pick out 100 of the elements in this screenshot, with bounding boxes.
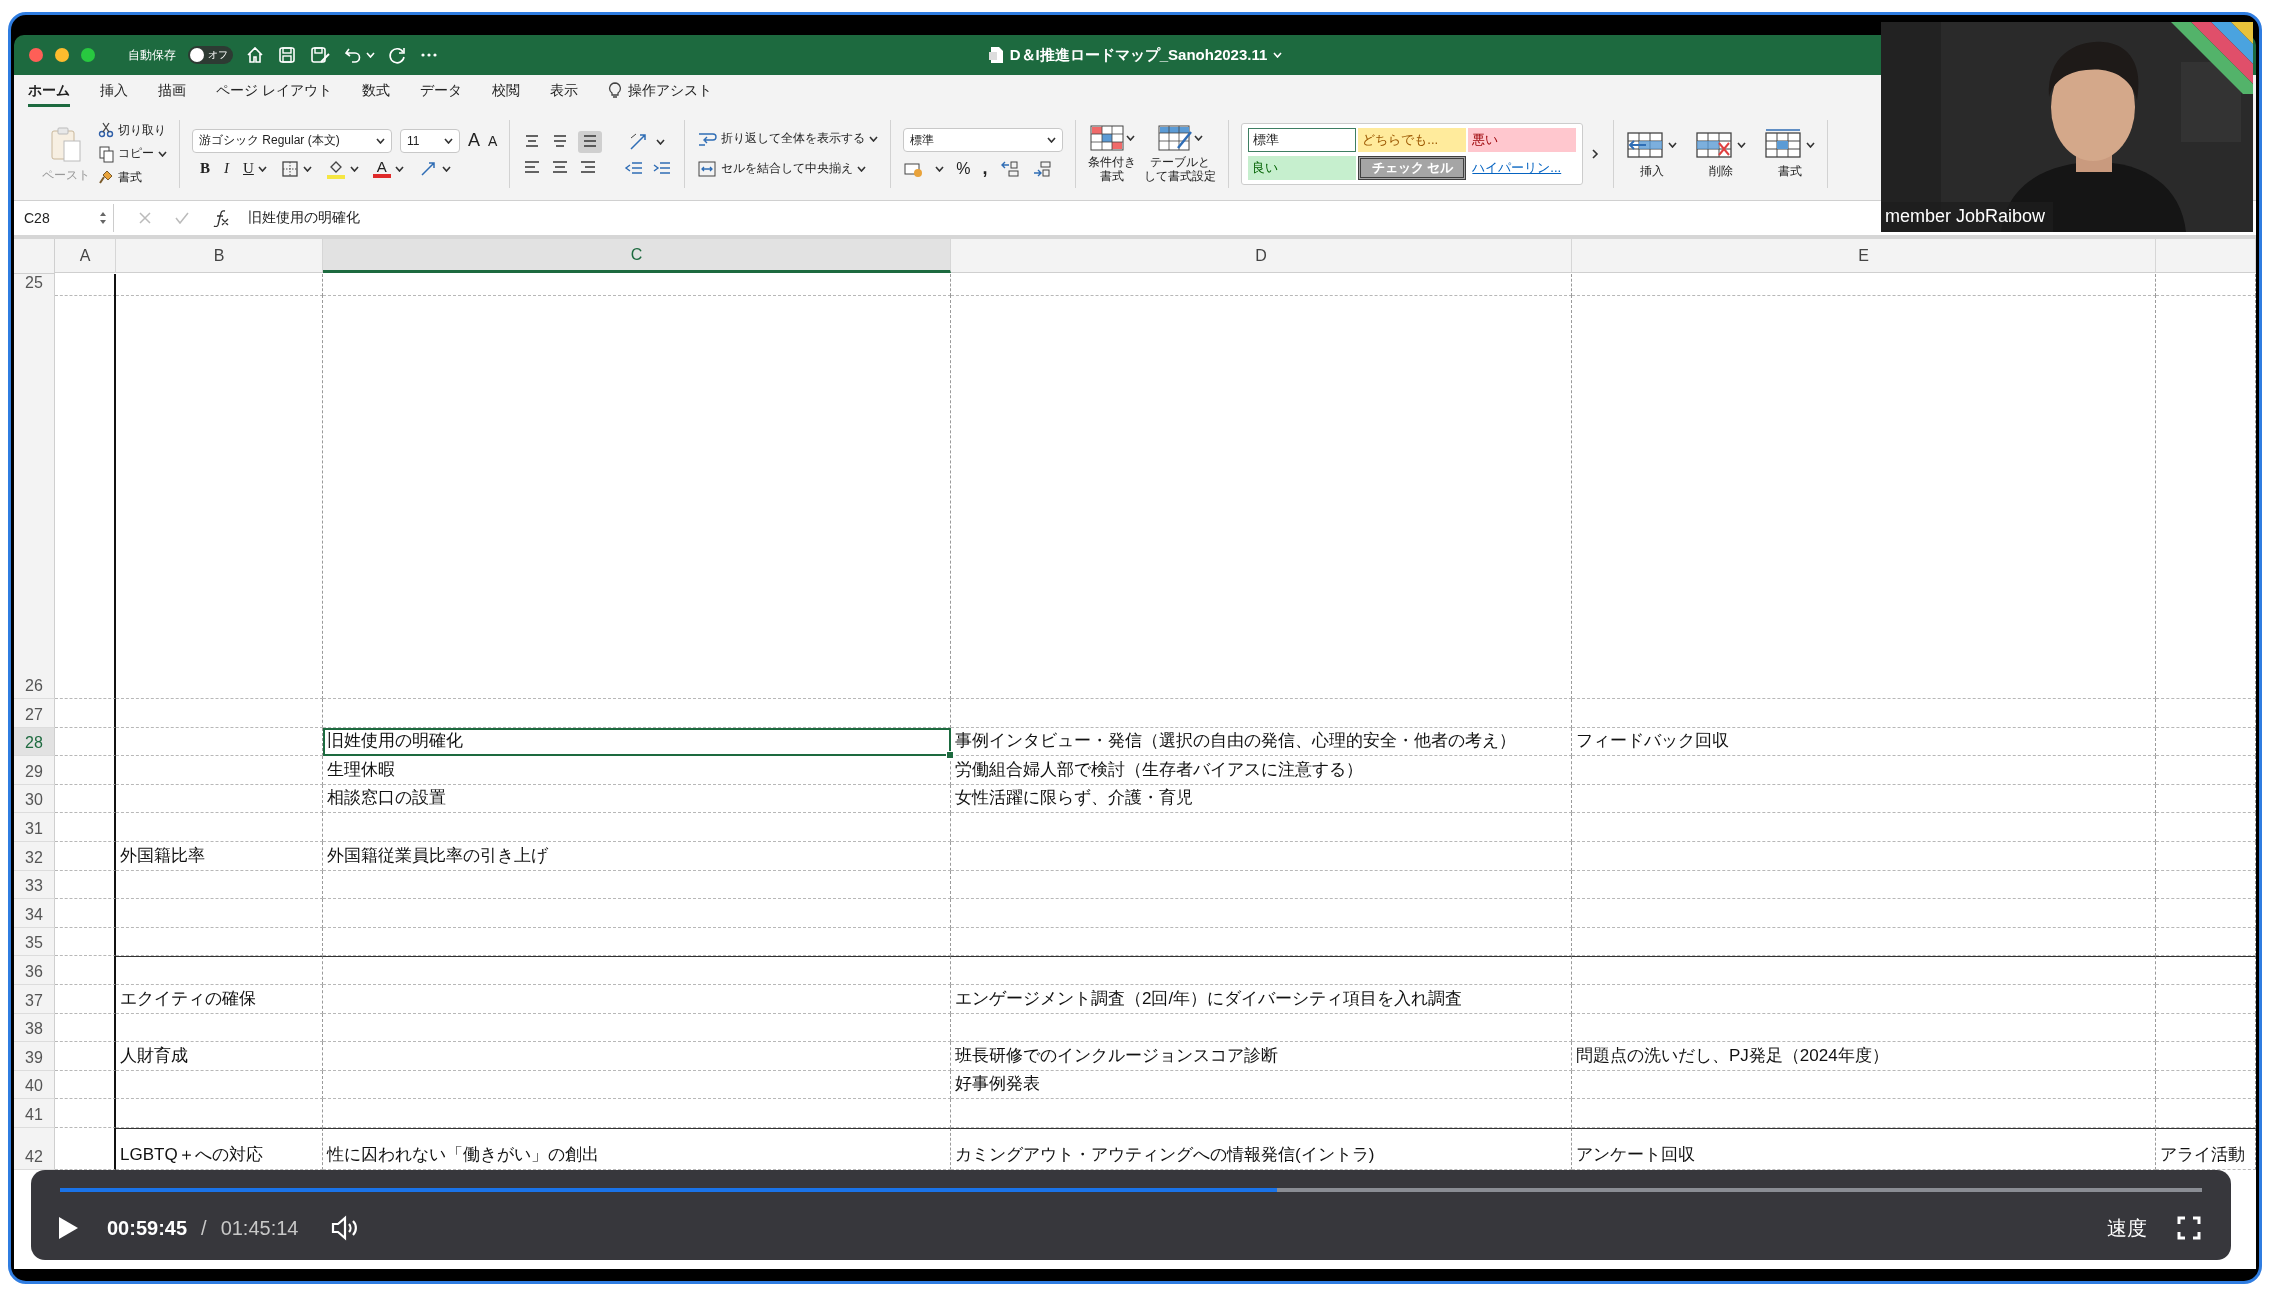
tell-me-label[interactable]: 操作アシスト <box>627 82 712 100</box>
row-number[interactable]: 29 <box>14 756 55 785</box>
table-cell[interactable] <box>2156 784 2256 814</box>
table-cell[interactable] <box>116 870 323 900</box>
copy-button[interactable]: コピー <box>118 145 154 162</box>
caret-icon[interactable] <box>1047 137 1057 143</box>
table-cell[interactable] <box>116 727 323 757</box>
table-cell[interactable] <box>55 1042 116 1071</box>
ribbon-tab[interactable]: 校閲 <box>491 75 520 107</box>
table-cell[interactable] <box>2156 956 2256 985</box>
bold-button[interactable]: B <box>200 160 210 177</box>
table-cell[interactable] <box>55 699 116 728</box>
table-cell[interactable] <box>323 984 951 1014</box>
row-number[interactable]: 25 <box>14 274 55 296</box>
table-cell[interactable] <box>55 1013 116 1043</box>
table-cell[interactable] <box>323 1042 951 1071</box>
row-number[interactable]: 35 <box>14 927 55 957</box>
table-cell[interactable] <box>951 295 1572 699</box>
row-number[interactable]: 36 <box>14 956 55 985</box>
table-cell[interactable]: 女性活躍に限らず、介護・育児 <box>951 784 1572 814</box>
cell-style-option[interactable]: 標準 <box>1248 127 1357 152</box>
table-cell[interactable] <box>951 1099 1572 1128</box>
format-table-icon[interactable] <box>1157 123 1192 152</box>
table-cell[interactable] <box>951 927 1572 957</box>
caret-icon[interactable] <box>1193 134 1203 141</box>
table-cell[interactable] <box>2156 274 2256 296</box>
cell-style-option[interactable]: 良い <box>1248 155 1357 180</box>
table-cell[interactable] <box>1572 813 2156 842</box>
speed-button[interactable]: 速度 <box>2107 1214 2147 1242</box>
table-cell[interactable]: 旧姓使用の明確化 <box>323 727 951 757</box>
autosave-toggle[interactable]: オフ <box>188 46 233 64</box>
table-cell[interactable] <box>951 699 1572 728</box>
table-cell[interactable] <box>55 984 116 1014</box>
table-cell[interactable] <box>1572 984 2156 1014</box>
scissors-icon[interactable] <box>98 122 114 138</box>
row-number[interactable]: 31 <box>14 813 55 842</box>
table-cell[interactable] <box>55 295 116 699</box>
table-cell[interactable]: アンケート回収 <box>1572 1127 2156 1170</box>
play-icon[interactable] <box>57 1215 79 1241</box>
row-number[interactable]: 41 <box>14 1099 55 1128</box>
caret-icon[interactable] <box>376 137 385 144</box>
ribbon-tab[interactable]: 表示 <box>549 75 578 107</box>
orientation-icon[interactable] <box>628 131 649 152</box>
minimize-button[interactable] <box>54 47 70 63</box>
table-cell[interactable] <box>55 841 116 871</box>
table-cell[interactable]: 好事例発表 <box>951 1070 1572 1100</box>
table-cell[interactable]: フィードバック回収 <box>1572 727 2156 757</box>
underline-button[interactable]: U <box>243 160 254 177</box>
fullscreen-icon[interactable] <box>2177 1216 2201 1240</box>
table-cell[interactable] <box>1572 295 2156 699</box>
caret-icon[interactable] <box>444 137 453 144</box>
table-cell[interactable] <box>116 274 323 296</box>
table-cell[interactable] <box>1572 899 2156 928</box>
table-cell[interactable] <box>1572 927 2156 957</box>
table-cell[interactable] <box>2156 1099 2256 1128</box>
format-painter-icon[interactable] <box>98 169 114 185</box>
row-number[interactable]: 26 <box>14 295 55 699</box>
grow-font-button[interactable]: A <box>468 130 480 151</box>
table-cell[interactable] <box>55 274 116 296</box>
caret-icon[interactable] <box>441 165 451 172</box>
table-cell[interactable] <box>951 956 1572 985</box>
table-cell[interactable] <box>2156 1013 2256 1043</box>
font-name-dropdown[interactable]: 游ゴシック Regular (本文) <box>192 128 392 153</box>
table-cell[interactable] <box>116 1070 323 1100</box>
table-cell[interactable] <box>1572 956 2156 985</box>
borders-icon[interactable] <box>280 159 299 178</box>
table-cell[interactable] <box>2156 984 2256 1014</box>
copy-icon[interactable] <box>98 144 114 163</box>
table-cell[interactable]: 相談窓口の設置 <box>323 784 951 814</box>
lightbulb-icon[interactable] <box>607 82 622 100</box>
row-number[interactable]: 40 <box>14 1070 55 1100</box>
table-cell[interactable] <box>116 956 323 985</box>
table-cell[interactable]: 生理休暇 <box>323 756 951 785</box>
table-cell[interactable] <box>1572 841 2156 871</box>
caret-icon[interactable] <box>1737 141 1747 148</box>
caret-icon[interactable] <box>257 165 267 172</box>
table-cell[interactable]: 班長研修でのインクルージョンスコア診断 <box>951 1042 1572 1071</box>
table-cell[interactable]: LGBTQ＋への対応 <box>116 1127 323 1170</box>
font-size-dropdown[interactable]: 11 <box>400 128 460 153</box>
table-cell[interactable] <box>951 841 1572 871</box>
table-cell[interactable]: 外国籍比率 <box>116 841 323 871</box>
row-number[interactable]: 33 <box>14 870 55 900</box>
caret-icon[interactable] <box>1668 141 1678 148</box>
column-header[interactable]: D <box>951 239 1572 273</box>
caret-icon[interactable] <box>935 165 945 172</box>
ribbon-tab[interactable]: 挿入 <box>100 75 128 107</box>
table-cell[interactable] <box>951 813 1572 842</box>
conditional-format-icon[interactable] <box>1089 123 1124 152</box>
row-number[interactable]: 30 <box>14 784 55 814</box>
table-cell[interactable] <box>323 870 951 900</box>
save-icon[interactable] <box>277 45 297 65</box>
table-cell[interactable] <box>323 899 951 928</box>
table-cell[interactable] <box>1572 1099 2156 1128</box>
comma-style-button[interactable]: , <box>982 158 988 179</box>
table-cell[interactable] <box>323 1013 951 1043</box>
table-cell[interactable] <box>323 927 951 957</box>
row-number[interactable]: 39 <box>14 1042 55 1071</box>
table-cell[interactable] <box>2156 756 2256 785</box>
table-cell[interactable] <box>55 813 116 842</box>
function-icon[interactable] <box>212 209 230 227</box>
